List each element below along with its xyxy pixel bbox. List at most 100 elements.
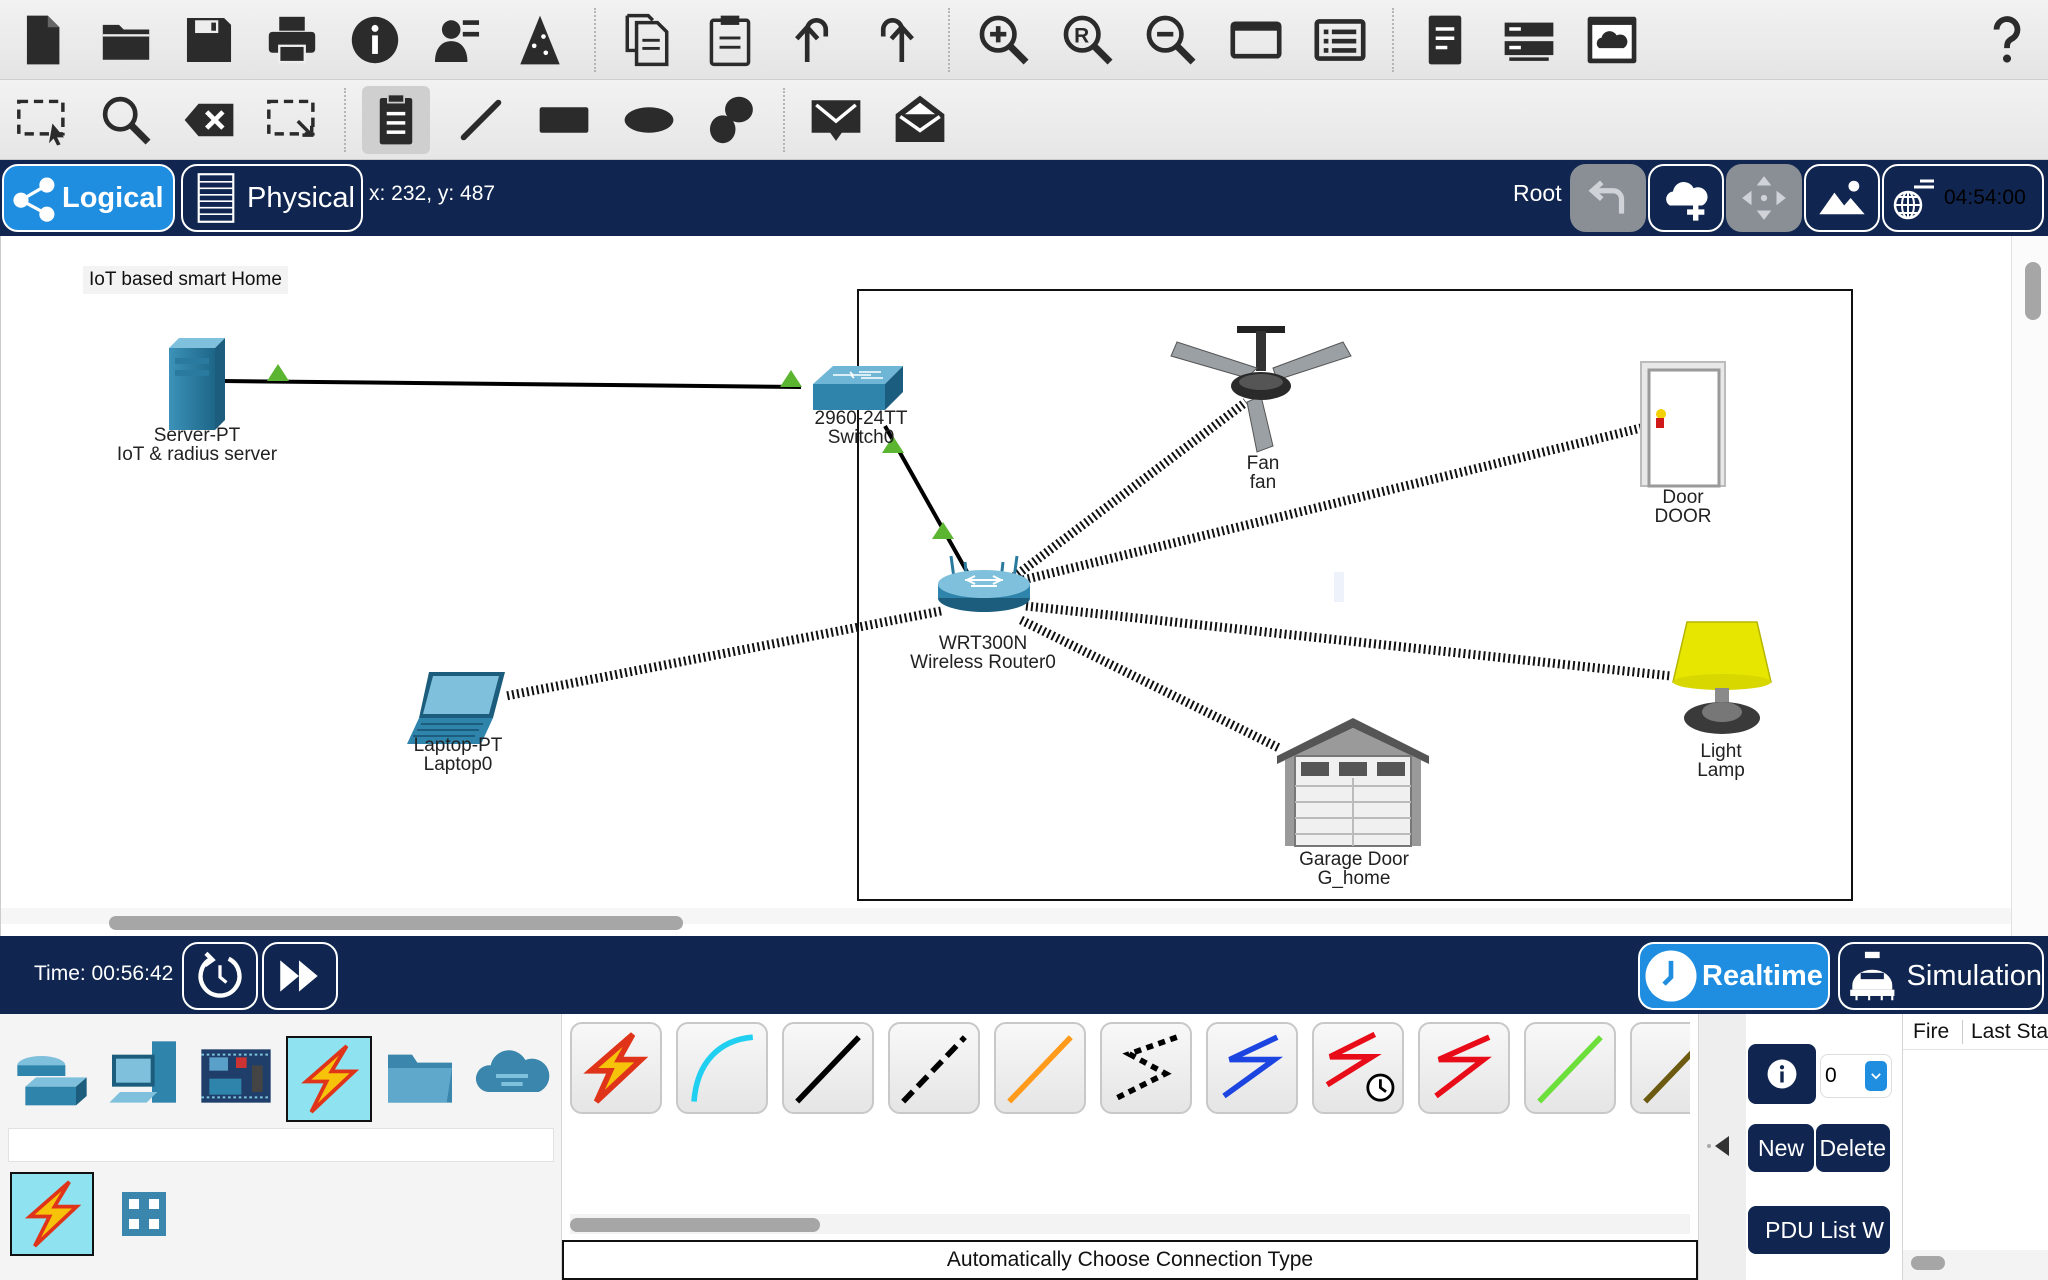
column-fire[interactable]: Fire	[1903, 1019, 1963, 1044]
info-icon[interactable]	[341, 6, 409, 74]
realtime-mode-button[interactable]: Realtime	[1638, 942, 1830, 1010]
switch-icon[interactable]	[811, 364, 905, 414]
ceiling-fan-icon[interactable]	[1163, 326, 1359, 456]
fiber-icon	[1007, 1035, 1073, 1104]
cursor-coordinates: x: 232, y: 487	[369, 182, 496, 205]
help-icon[interactable]	[1973, 6, 2041, 74]
phone-cable-button[interactable]	[1100, 1022, 1192, 1114]
horizontal-scrollbar-thumb[interactable]	[109, 916, 683, 930]
door-icon[interactable]	[1639, 360, 1727, 488]
scenario-info-button[interactable]	[1748, 1044, 1816, 1104]
tab-logical-label: Logical	[62, 181, 164, 214]
panel-collapse-handle[interactable]	[1698, 1014, 1746, 1280]
draw-line-icon[interactable]	[447, 86, 515, 154]
inspect-icon[interactable]	[92, 86, 160, 154]
fiber-button[interactable]	[994, 1022, 1086, 1114]
zoom-reset-icon[interactable]: R	[1054, 6, 1122, 74]
simulation-mode-button[interactable]: Simulation	[1838, 942, 2044, 1010]
vertical-scrollbar-track[interactable]	[2011, 236, 2048, 936]
place-note-icon[interactable]	[362, 86, 430, 154]
column-last-status[interactable]: Last Sta	[1963, 1020, 2048, 1044]
end-devices-category[interactable]	[102, 1034, 186, 1118]
freeform-shape-icon[interactable]	[698, 86, 766, 154]
device-and-connections-panel: Automatically Choose Connection Type 0 N…	[0, 1014, 2048, 1280]
miscellaneous-category[interactable]	[378, 1034, 462, 1118]
tab-logical[interactable]: Logical	[2, 164, 175, 232]
move-object-button[interactable]	[1726, 164, 1802, 232]
toggle-pdu-list-button[interactable]: PDU List W	[1748, 1206, 1890, 1254]
activity-wizard-icon[interactable]	[506, 6, 574, 74]
copy-icon[interactable]	[613, 6, 681, 74]
cloud-window-icon[interactable]	[1578, 6, 1646, 74]
draw-ellipse-icon[interactable]	[615, 86, 683, 154]
redo-icon[interactable]	[862, 6, 930, 74]
garage-door-icon[interactable]	[1275, 716, 1431, 848]
zoom-out-icon[interactable]	[1137, 6, 1205, 74]
ethernet-link-server-switch[interactable]	[222, 379, 802, 389]
lamp-icon[interactable]	[1671, 618, 1773, 742]
zoom-in-icon[interactable]	[970, 6, 1038, 74]
open-folder-icon[interactable]	[92, 6, 160, 74]
vertical-scrollbar-thumb[interactable]	[2025, 262, 2041, 320]
router-switch-icon	[17, 1056, 87, 1106]
draw-rectangle-icon[interactable]	[530, 86, 598, 154]
copper-straight-through-button[interactable]	[782, 1022, 874, 1114]
server-icon[interactable]	[161, 336, 231, 432]
octal-cable-button[interactable]	[1524, 1022, 1616, 1114]
coaxial-button[interactable]	[1206, 1022, 1298, 1114]
print-icon[interactable]	[258, 6, 326, 74]
cable-scrollbar-thumb[interactable]	[570, 1218, 820, 1232]
serial-dte-button[interactable]	[1418, 1022, 1510, 1114]
select-icon[interactable]	[8, 86, 76, 154]
toolbar-divider	[594, 8, 596, 72]
custom-device-dialog-icon[interactable]	[1306, 6, 1374, 74]
new-scenario-button[interactable]: New	[1748, 1124, 1814, 1172]
toolbar-divider	[344, 88, 346, 152]
connections-subcategory[interactable]	[10, 1172, 94, 1256]
grid-subcategory[interactable]	[102, 1172, 186, 1256]
drawing-palette-icon[interactable]	[1222, 6, 1290, 74]
power-cycle-button[interactable]	[182, 942, 258, 1010]
chevron-down-icon	[1865, 1061, 1887, 1091]
pdu-scrollbar-thumb[interactable]	[1911, 1256, 1945, 1270]
save-icon[interactable]	[175, 6, 243, 74]
pdu-list-icon[interactable]	[1411, 6, 1479, 74]
back-button[interactable]	[1570, 164, 1646, 232]
new-file-icon[interactable]	[8, 6, 76, 74]
connections-category[interactable]	[286, 1036, 372, 1122]
console-cable-button[interactable]	[676, 1022, 768, 1114]
wireless-router-icon[interactable]	[935, 554, 1035, 616]
copper-crossover-button[interactable]	[888, 1022, 980, 1114]
tab-physical[interactable]: Physical	[181, 164, 363, 232]
logical-workspace[interactable]: IoT based smart Home Server-PT IoT & radi…	[0, 236, 2048, 936]
auto-connection-button[interactable]	[570, 1022, 662, 1114]
time-bar: Time: 00:56:42 Realtime Simulation	[0, 936, 2048, 1014]
delete-scenario-button[interactable]: Delete	[1816, 1124, 1890, 1172]
add-complex-pdu-icon[interactable]	[886, 86, 954, 154]
components-category[interactable]	[194, 1034, 278, 1118]
new-cluster-button[interactable]	[1648, 164, 1724, 232]
network-device-icon[interactable]	[1495, 6, 1563, 74]
user-profile-icon[interactable]	[423, 6, 491, 74]
viewport-clock-button[interactable]: 04:54:00	[1882, 164, 2044, 232]
multiuser-connection-category[interactable]	[470, 1034, 554, 1118]
scenario-select[interactable]: 0	[1820, 1054, 1892, 1098]
undo-icon[interactable]	[779, 6, 847, 74]
canvas-note[interactable]: IoT based smart Home	[83, 266, 288, 294]
paste-icon[interactable]	[696, 6, 764, 74]
delete-icon[interactable]	[175, 86, 243, 154]
root-breadcrumb[interactable]: Root	[1513, 180, 1562, 207]
common-tools-bar	[0, 80, 2048, 160]
resize-shape-icon[interactable]	[258, 86, 326, 154]
network-devices-category[interactable]	[10, 1034, 94, 1118]
add-simple-pdu-icon[interactable]	[802, 86, 870, 154]
garage-door-label: Garage Door G_home	[1299, 849, 1409, 889]
device-search-field[interactable]	[8, 1128, 554, 1162]
router-label: WRT300N Wireless Router0	[910, 633, 1056, 673]
info-icon	[1767, 1059, 1797, 1089]
fast-forward-button[interactable]	[262, 942, 338, 1010]
stopwatch-icon	[1850, 951, 1895, 1001]
iot-custom-cable-button[interactable]	[1630, 1022, 1690, 1114]
serial-dce-button[interactable]	[1312, 1022, 1404, 1114]
set-background-button[interactable]	[1804, 164, 1880, 232]
